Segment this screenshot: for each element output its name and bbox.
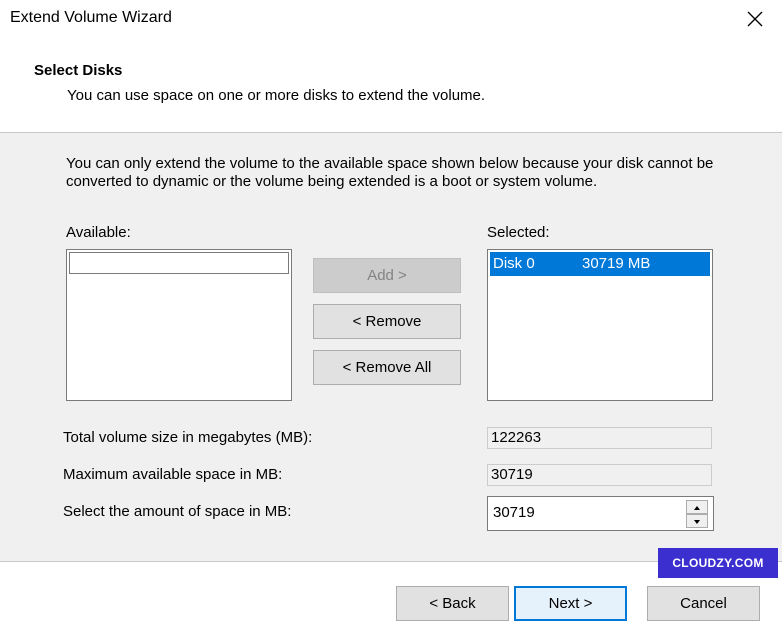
next-button[interactable]: Next > bbox=[514, 586, 627, 621]
spin-down-button[interactable] bbox=[686, 514, 708, 528]
remove-all-button[interactable]: < Remove All bbox=[313, 350, 461, 385]
page-subtitle: You can use space on one or more disks t… bbox=[67, 87, 486, 104]
page-title: Select Disks bbox=[34, 62, 123, 79]
available-disks-list[interactable] bbox=[66, 249, 292, 401]
remove-button[interactable]: < Remove bbox=[313, 304, 461, 339]
total-size-label: Total volume size in megabytes (MB): bbox=[63, 429, 313, 446]
window-title: Extend Volume Wizard bbox=[10, 9, 172, 26]
disk-name: Disk 0 bbox=[493, 255, 535, 272]
total-size-field: 122263 bbox=[487, 427, 712, 449]
wizard-header: Select Disks You can use space on one or… bbox=[0, 40, 782, 132]
max-space-label: Maximum available space in MB: bbox=[63, 466, 283, 483]
max-space-field: 30719 bbox=[487, 464, 712, 486]
arrow-down-icon bbox=[694, 520, 700, 524]
arrow-up-icon bbox=[694, 506, 700, 510]
wizard-content: You can only extend the volume to the av… bbox=[0, 133, 782, 561]
spin-up-button[interactable] bbox=[686, 500, 708, 514]
space-amount-value: 30719 bbox=[493, 504, 535, 521]
close-icon[interactable] bbox=[742, 6, 768, 32]
space-amount-stepper[interactable]: 30719 bbox=[487, 496, 714, 531]
available-label: Available: bbox=[66, 224, 131, 241]
select-amount-label: Select the amount of space in MB: bbox=[63, 503, 292, 520]
list-item[interactable]: Disk 0 30719 MB bbox=[490, 252, 710, 276]
back-button[interactable]: < Back bbox=[396, 586, 509, 621]
add-button[interactable]: Add > bbox=[313, 258, 461, 293]
title-bar: Extend Volume Wizard bbox=[0, 0, 782, 40]
available-list-focus bbox=[69, 252, 289, 274]
info-text: You can only extend the volume to the av… bbox=[66, 155, 714, 190]
cancel-button[interactable]: Cancel bbox=[647, 586, 760, 621]
cloudzy-watermark: CLOUDZY.COM bbox=[658, 548, 778, 578]
disk-size: 30719 MB bbox=[582, 255, 651, 272]
selected-label: Selected: bbox=[487, 224, 550, 241]
selected-disks-list[interactable]: Disk 0 30719 MB bbox=[487, 249, 713, 401]
